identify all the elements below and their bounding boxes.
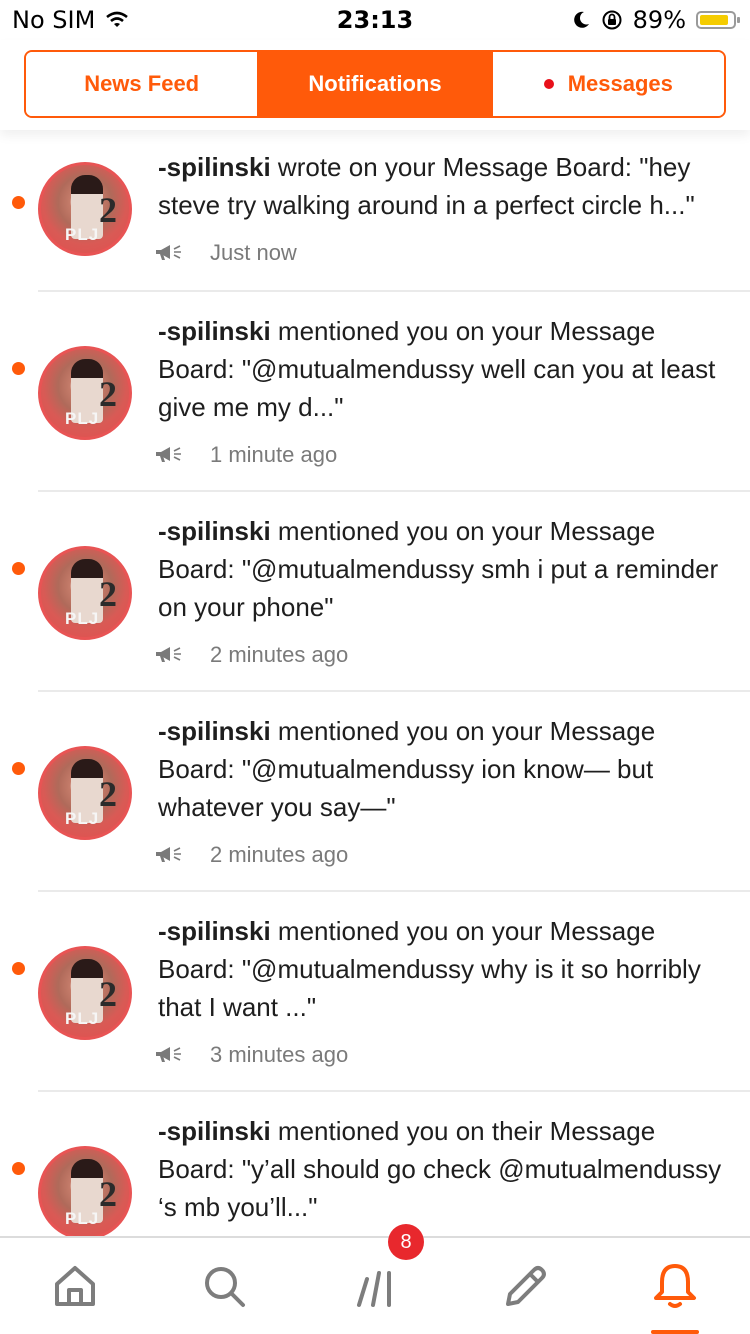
megaphone-icon (156, 847, 181, 862)
home-icon (55, 1266, 95, 1306)
tab-search[interactable] (194, 1256, 254, 1316)
megaphone-icon (156, 1047, 181, 1062)
avatar-caption: PLJ (65, 809, 100, 828)
unread-dot (12, 196, 25, 209)
bottom-tab-bar: 8 (0, 1224, 750, 1334)
tab-activity[interactable] (346, 1256, 406, 1316)
notification-row[interactable]: 2 PLJ -spilinski mentioned you on their Me… (0, 1092, 750, 1236)
avatar-number: 2 (99, 190, 117, 230)
notification-username[interactable]: -spilinski (158, 152, 271, 182)
avatar-number: 2 (99, 774, 117, 814)
bell-icon (654, 1264, 696, 1308)
avatar-caption: PLJ (65, 609, 100, 628)
notification-row[interactable]: 2 PLJ -spilinski mentioned you on your Mes… (0, 292, 750, 492)
segmented-tabs: News Feed Notifications Messages (24, 50, 726, 118)
activity-badge: 8 (388, 1224, 424, 1260)
notification-time: 2 minutes ago (210, 842, 349, 867)
notification-text: -spilinski mentioned you on your Message… (158, 912, 726, 1026)
notification-meta: 1 minute ago (154, 442, 337, 468)
tab-notifications-label: Notifications (308, 71, 442, 96)
tab-notifications-bell[interactable] (645, 1256, 705, 1316)
notification-list[interactable]: 2 PLJ -spilinski wrote on your Message Boa… (0, 130, 750, 1236)
unread-dot (12, 1162, 25, 1175)
unread-dot (12, 562, 25, 575)
unread-indicator-dot (543, 79, 554, 89)
moon-icon (573, 11, 589, 28)
avatar-number: 2 (99, 974, 117, 1014)
tab-news-feed[interactable]: News Feed (26, 52, 260, 116)
notification-username[interactable]: -spilinski (158, 516, 271, 546)
notification-username[interactable]: -spilinski (158, 1116, 271, 1146)
avatar-caption: PLJ (65, 1209, 100, 1228)
activity-icon (357, 1271, 391, 1307)
avatar[interactable]: 2 PLJ (38, 946, 132, 1040)
notification-time: 2 minutes ago (210, 642, 349, 667)
notification-row[interactable]: 2 PLJ -spilinski mentioned you on your Mes… (0, 892, 750, 1092)
active-tab-indicator (651, 1330, 699, 1334)
avatar[interactable]: 2 PLJ (38, 162, 132, 256)
battery-icon (696, 11, 740, 29)
unread-dot (12, 962, 25, 975)
megaphone-icon (156, 647, 181, 662)
battery-fill (700, 15, 729, 25)
compose-icon (506, 1266, 546, 1306)
notification-text: -spilinski wrote on your Message Board: … (158, 148, 726, 224)
avatar-number: 2 (99, 1174, 117, 1214)
notification-text: -spilinski mentioned you on their Messag… (158, 1112, 726, 1226)
notification-username[interactable]: -spilinski (158, 716, 271, 746)
tab-news-feed-label: News Feed (84, 71, 200, 96)
avatar[interactable]: 2 PLJ (38, 346, 132, 440)
avatar-number: 2 (99, 574, 117, 614)
tab-messages-label: Messages (567, 71, 673, 96)
rotation-lock-icon (602, 10, 622, 30)
avatar-caption: PLJ (65, 225, 100, 244)
tab-home[interactable] (45, 1256, 105, 1316)
unread-dot (12, 762, 25, 775)
notification-time: Just now (210, 240, 297, 265)
tab-compose[interactable] (494, 1256, 554, 1316)
avatar-caption: PLJ (65, 1009, 100, 1028)
tab-notifications[interactable]: Notifications (259, 52, 493, 116)
status-bar: No SIM 23:13 89% (0, 0, 750, 40)
notification-text: -spilinski mentioned you on your Message… (158, 312, 726, 426)
notification-row[interactable]: 2 PLJ -spilinski mentioned you on your Mes… (0, 692, 750, 892)
notification-time: 1 minute ago (210, 442, 338, 467)
tab-messages[interactable]: Messages (492, 52, 724, 116)
avatar-caption: PLJ (65, 409, 100, 428)
search-icon (205, 1267, 245, 1307)
megaphone-icon (156, 245, 181, 260)
notification-meta: 2 minutes ago (154, 642, 348, 668)
notification-row[interactable]: 2 PLJ -spilinski wrote on your Message Boa… (0, 130, 750, 292)
notification-meta: 2 minutes ago (154, 842, 348, 868)
notification-text: -spilinski mentioned you on your Message… (158, 712, 726, 826)
notification-username[interactable]: -spilinski (158, 316, 271, 346)
notification-row[interactable]: 2 PLJ -spilinski mentioned you on your Mes… (0, 492, 750, 692)
battery-tip (737, 17, 740, 23)
notification-meta: Just now (154, 240, 297, 266)
notification-time: 3 minutes ago (210, 1042, 349, 1067)
notification-meta: 3 minutes ago (154, 1042, 348, 1068)
unread-dot (12, 362, 25, 375)
notification-text: -spilinski mentioned you on your Message… (158, 512, 726, 626)
megaphone-icon (156, 447, 181, 462)
tabs-header: News Feed Notifications Messages (0, 40, 750, 130)
notification-username[interactable]: -spilinski (158, 916, 271, 946)
battery-percent: 89% (632, 6, 686, 34)
avatar[interactable]: 2 PLJ (38, 746, 132, 840)
avatar[interactable]: 2 PLJ (38, 1146, 132, 1236)
status-right: 89% (571, 6, 740, 34)
avatar-number: 2 (99, 374, 117, 414)
avatar[interactable]: 2 PLJ (38, 546, 132, 640)
